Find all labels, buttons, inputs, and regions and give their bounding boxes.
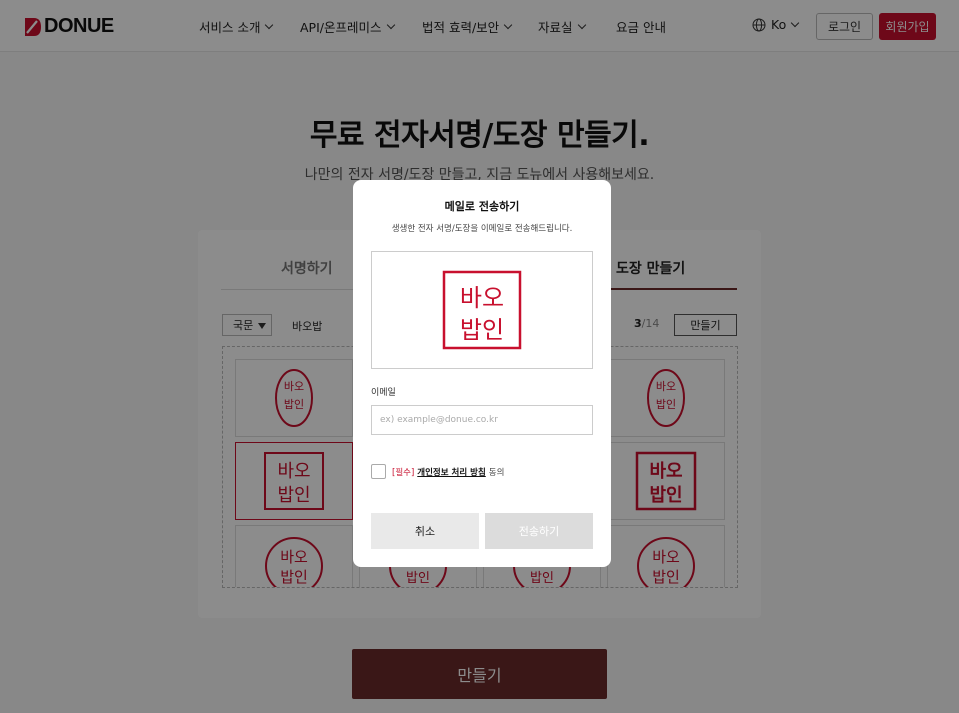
stamp-glyph: 바오 [460,284,504,312]
privacy-policy-link[interactable]: 개인정보 처리 방침 [417,466,485,478]
stamp-preview: 바오 밥인 [371,251,593,369]
privacy-agree-checkbox[interactable] [371,464,386,479]
email-label: 이메일 [371,388,396,398]
agree-text: 동의 [488,467,505,478]
send-button[interactable]: 전송하기 [485,513,593,549]
required-tag: [필수] [392,467,415,478]
cancel-button[interactable]: 취소 [371,513,479,549]
modal-description: 생생한 전자 서명/도장을 이메일로 전송해드립니다. [391,224,573,234]
email-field[interactable] [371,405,593,435]
email-send-modal: 메일로 전송하기 생생한 전자 서명/도장을 이메일로 전송해드립니다. 바오 … [353,180,611,567]
modal-title: 메일로 전송하기 [444,200,520,213]
stamp-glyph: 밥인 [460,316,504,344]
privacy-agree-row: [필수] 개인정보 처리 방침 동의 [371,464,504,479]
stamp-preview-image: 바오 밥인 [442,270,522,350]
